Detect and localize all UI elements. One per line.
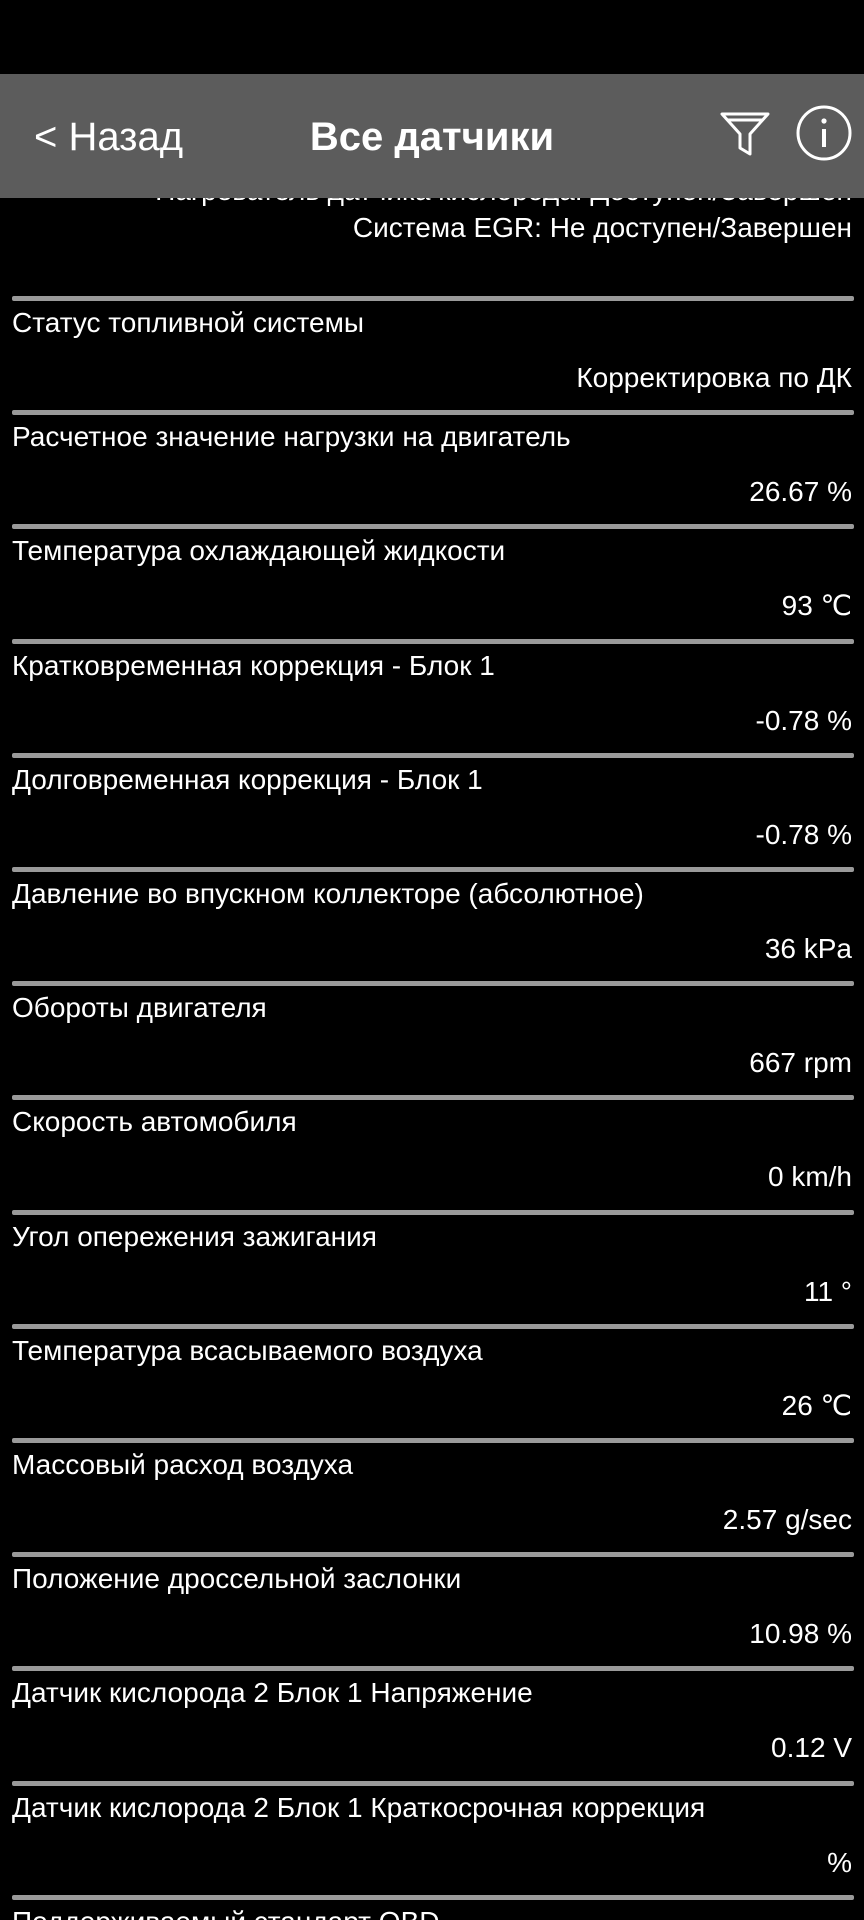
sensor-value: 26 ℃	[781, 1390, 852, 1421]
row-divider	[12, 1095, 854, 1100]
row-divider	[12, 867, 854, 872]
sensor-value: 0.12 V	[771, 1732, 852, 1763]
sensor-label[interactable]: Расчетное значение нагрузки на двигатель	[12, 420, 571, 454]
row-divider	[12, 1895, 854, 1900]
info-button[interactable]	[795, 104, 853, 162]
previous-item-line: Система EGR: Не доступен/Завершен	[352, 212, 852, 243]
sensor-label[interactable]: Долговременная коррекция - Блок 1	[12, 763, 483, 797]
sensor-label[interactable]: Кратковременная коррекция - Блок 1	[12, 649, 495, 683]
row-divider	[12, 1781, 854, 1786]
sensor-label[interactable]: Датчик кислорода 2 Блок 1 Напряжение	[12, 1676, 533, 1710]
sensor-value: 36 kPa	[764, 933, 852, 964]
sensor-value: 667 rpm	[749, 1047, 852, 1078]
row-divider	[12, 1552, 854, 1557]
sensor-value: 2.57 g/sec	[722, 1504, 852, 1535]
sensor-label[interactable]: Положение дроссельной заслонки	[12, 1562, 461, 1596]
sensor-label[interactable]: Массовый расход воздуха	[12, 1448, 353, 1482]
sensor-value: -0.78 %	[755, 705, 853, 736]
sensor-label[interactable]: Обороты двигателя	[12, 991, 267, 1025]
row-divider	[12, 639, 854, 644]
sensor-value: Корректировка по ДК	[576, 362, 852, 393]
back-button[interactable]: < Назад	[34, 114, 183, 160]
sensor-value: 10.98 %	[749, 1618, 852, 1649]
sensor-value: 93 ℃	[781, 590, 852, 621]
sensor-label[interactable]: Датчик кислорода 2 Блок 1 Краткосрочная …	[12, 1791, 705, 1825]
row-divider	[12, 981, 854, 986]
sensor-label[interactable]: Статус топливной системы	[12, 306, 364, 340]
row-divider	[12, 296, 854, 301]
row-divider	[12, 753, 854, 758]
row-divider	[12, 1438, 854, 1443]
sensor-value: -0.78 %	[755, 819, 853, 850]
row-divider	[12, 524, 854, 529]
app-header: < Назад Все датчики	[0, 74, 864, 198]
sensor-value: 0 km/h	[767, 1161, 852, 1192]
row-divider	[12, 410, 854, 415]
sensor-value: %	[827, 1847, 852, 1878]
sensor-label[interactable]: Температура охлаждающей жидкости	[12, 534, 505, 568]
sensor-label[interactable]: Давление во впускном коллекторе (абсолют…	[12, 877, 644, 911]
row-divider	[12, 1324, 854, 1329]
sensor-list[interactable]: Нагреватель датчика кислорода: Доступен/…	[0, 0, 864, 1920]
row-divider	[12, 1666, 854, 1671]
filter-icon	[720, 112, 770, 156]
sensor-value: 26.67 %	[749, 476, 852, 507]
sensor-label[interactable]: Температура всасываемого воздуха	[12, 1334, 483, 1368]
sensor-label[interactable]: Угол опережения зажигания	[12, 1220, 377, 1254]
row-divider	[12, 1210, 854, 1215]
filter-button[interactable]	[716, 104, 774, 162]
sensor-label[interactable]: Скорость автомобиля	[12, 1105, 297, 1139]
info-icon	[796, 105, 852, 161]
sensor-value: 11 °	[803, 1276, 852, 1307]
sensor-label[interactable]: Поддерживаемый стандарт OBD	[12, 1905, 439, 1920]
